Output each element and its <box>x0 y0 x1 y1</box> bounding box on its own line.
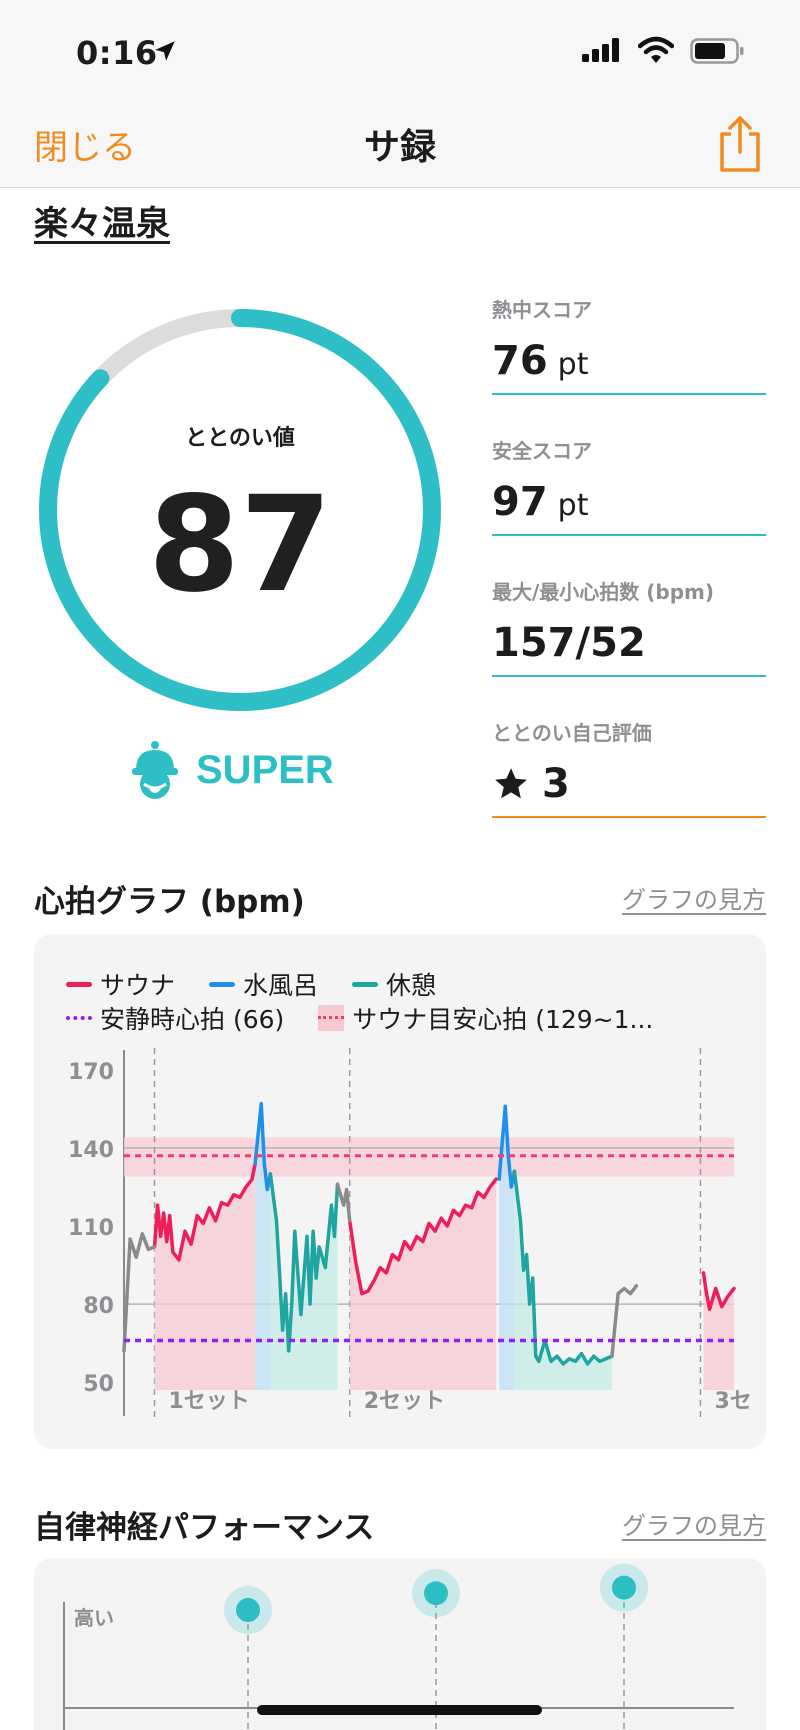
rank-label: SUPER <box>196 747 334 792</box>
y-tick-label: 170 <box>68 1060 114 1085</box>
legend-resting-hr: 安静時心拍 (66) <box>66 1000 284 1036</box>
legend-sauna-label: サウナ <box>100 971 176 1000</box>
safety-score-label: 安全スコア <box>492 439 592 463</box>
ans-high-label: 高い <box>74 1606 114 1630</box>
target-swatch <box>318 1005 345 1031</box>
self-rating[interactable]: ととのい自己評価 3 <box>492 717 766 818</box>
share-icon[interactable] <box>714 114 766 174</box>
x-set-label: 1セット <box>169 1389 250 1414</box>
legend-rest: 休憩 <box>352 966 436 1002</box>
self-rating-label: ととのい自己評価 <box>492 721 652 745</box>
self-rating-value: 3 <box>542 761 570 807</box>
heart-rate-range-value: 157/52 <box>492 620 646 666</box>
legend-water: 水風呂 <box>209 966 318 1002</box>
x-set-label: 3セ <box>714 1389 751 1414</box>
y-tick-label: 50 <box>83 1372 114 1397</box>
cellular-signal-icon <box>582 38 619 62</box>
heart-graph-title: 心拍グラフ (bpm) <box>34 884 305 920</box>
ans-title: 自律神経パフォーマンス <box>34 1510 375 1546</box>
battery-icon <box>690 38 744 64</box>
rank-badge: SUPER <box>130 738 334 802</box>
area-fill-サウナ <box>703 1272 734 1390</box>
heart-rate-chart: 170 140 110 80 50 1セット 2セット 3セ <box>68 1048 752 1418</box>
series-line-other <box>122 1232 157 1353</box>
legend-sauna-target: サウナ目安心拍 (129~1... <box>318 1000 653 1036</box>
heart-rate-range-label: 最大/最小心拍数 (bpm) <box>492 580 715 604</box>
legend-sauna: サウナ <box>66 966 175 1002</box>
facility-name[interactable]: 楽々温泉 <box>34 196 170 245</box>
legend-resting-label: 安静時心拍 (66) <box>100 1005 285 1034</box>
sauna-swatch <box>66 981 92 987</box>
resting-swatch <box>66 1016 92 1020</box>
series-line-other <box>610 1284 639 1358</box>
nav-bar: 閉じる サ録 <box>0 100 800 188</box>
heart-graph-help-link[interactable]: グラフの見方 <box>622 880 766 915</box>
y-tick-label: 140 <box>68 1138 114 1163</box>
rest-swatch <box>352 981 379 987</box>
heat-score-label: 熱中スコア <box>492 298 592 322</box>
status-bar: 0:16 <box>0 0 800 100</box>
ans-help-link[interactable]: グラフの見方 <box>622 1506 766 1541</box>
divider <box>492 675 766 677</box>
chart-legend: サウナ 水風呂 休憩 <box>66 966 470 1002</box>
safety-score: 安全スコア 97 pt <box>492 435 766 536</box>
ans-point <box>424 1581 448 1606</box>
star-icon <box>495 768 527 799</box>
safety-score-unit: pt <box>557 488 589 523</box>
chart-legend-2: 安静時心拍 (66) サウナ目安心拍 (129~1... <box>66 1000 687 1036</box>
ans-point <box>236 1598 260 1622</box>
x-set-label: 2セット <box>364 1389 445 1414</box>
series-line-other <box>335 1182 352 1223</box>
heat-score: 熱中スコア 76 pt <box>492 294 766 395</box>
legend-rest-label: 休憩 <box>386 971 437 1000</box>
heat-score-unit: pt <box>557 347 589 382</box>
ans-point <box>612 1575 636 1600</box>
sauna-hat-icon <box>132 741 178 799</box>
nav-title: サ録 <box>363 127 436 168</box>
legend-target-label: サウナ目安心拍 (129~1... <box>352 1005 654 1034</box>
home-indicator <box>257 1705 542 1715</box>
heat-score-value: 76 <box>492 338 548 384</box>
divider <box>492 816 766 818</box>
gauge-value: 87 <box>148 468 332 622</box>
wifi-icon <box>638 36 674 63</box>
divider <box>492 534 766 536</box>
divider <box>492 393 766 395</box>
heart-rate-range: 最大/最小心拍数 (bpm) 157/52 <box>492 576 766 677</box>
gauge-label: ととのい値 <box>185 426 295 451</box>
safety-score-value: 97 <box>492 479 548 525</box>
y-tick-label: 80 <box>83 1294 114 1319</box>
y-tick-label: 110 <box>68 1216 114 1241</box>
status-time: 0:16 <box>76 34 158 72</box>
location-arrow-icon <box>155 41 175 61</box>
legend-water-label: 水風呂 <box>243 971 319 1000</box>
water-swatch <box>209 981 236 987</box>
